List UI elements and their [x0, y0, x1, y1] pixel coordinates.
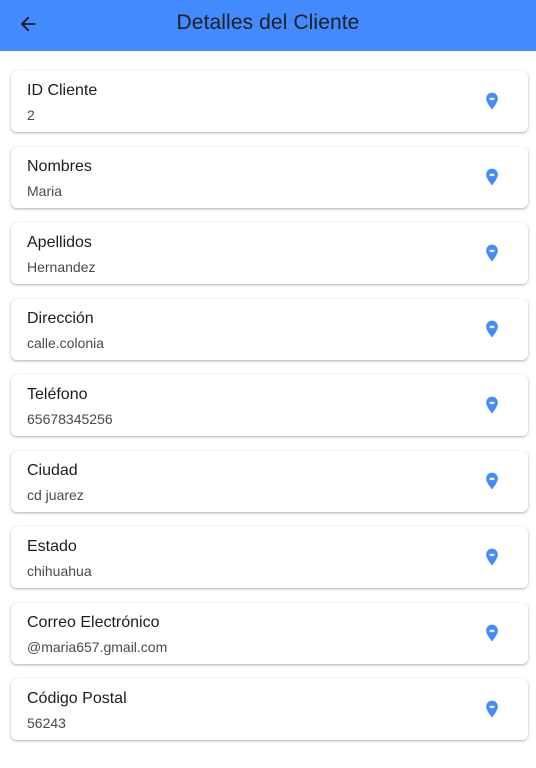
field-label: ID Cliente [27, 82, 98, 99]
field-label: Apellidos [27, 234, 92, 251]
field-label: Dirección [27, 310, 94, 327]
location-pin-icon [486, 548, 498, 566]
page-title: Detalles del Cliente [176, 11, 360, 34]
location-pin-icon [486, 244, 498, 262]
field-card-ciudad[interactable]: Ciudad cd juarez [11, 451, 528, 512]
field-card-direccion[interactable]: Dirección calle.colonia [11, 299, 528, 360]
field-label: Código Postal [27, 690, 127, 707]
field-value: @maria657.gmail.com [27, 639, 168, 655]
field-label: Correo Electrónico [27, 614, 160, 631]
field-card-apellidos[interactable]: Apellidos Hernandez [11, 223, 528, 284]
field-value: Hernandez [27, 259, 96, 275]
location-pin-icon [486, 472, 498, 490]
field-value: 65678345256 [27, 411, 113, 427]
location-pin-icon [486, 320, 498, 338]
location-pin-icon [486, 92, 498, 110]
location-pin-icon [486, 396, 498, 414]
field-card-estado[interactable]: Estado chihuahua [11, 527, 528, 588]
field-label: Ciudad [27, 462, 78, 479]
field-label: Nombres [27, 158, 92, 175]
field-value: chihuahua [27, 563, 92, 579]
field-card-nombres[interactable]: Nombres Maria [11, 147, 528, 208]
field-value: 2 [27, 107, 35, 123]
app-bar: Detalles del Cliente [0, 0, 536, 51]
field-card-id[interactable]: ID Cliente 2 [11, 71, 528, 132]
field-card-telefono[interactable]: Teléfono 65678345256 [11, 375, 528, 436]
field-label: Teléfono [27, 386, 88, 403]
location-pin-icon [486, 168, 498, 186]
field-label: Estado [27, 538, 77, 555]
field-card-codigo-postal[interactable]: Código Postal 56243 [11, 679, 528, 740]
field-value: 56243 [27, 715, 66, 731]
field-card-correo[interactable]: Correo Electrónico @maria657.gmail.com [11, 603, 528, 664]
field-value: Maria [27, 183, 63, 199]
field-value: calle.colonia [27, 335, 105, 351]
location-pin-icon [486, 624, 498, 642]
field-value: cd juarez [27, 487, 84, 503]
location-pin-icon [486, 700, 498, 718]
